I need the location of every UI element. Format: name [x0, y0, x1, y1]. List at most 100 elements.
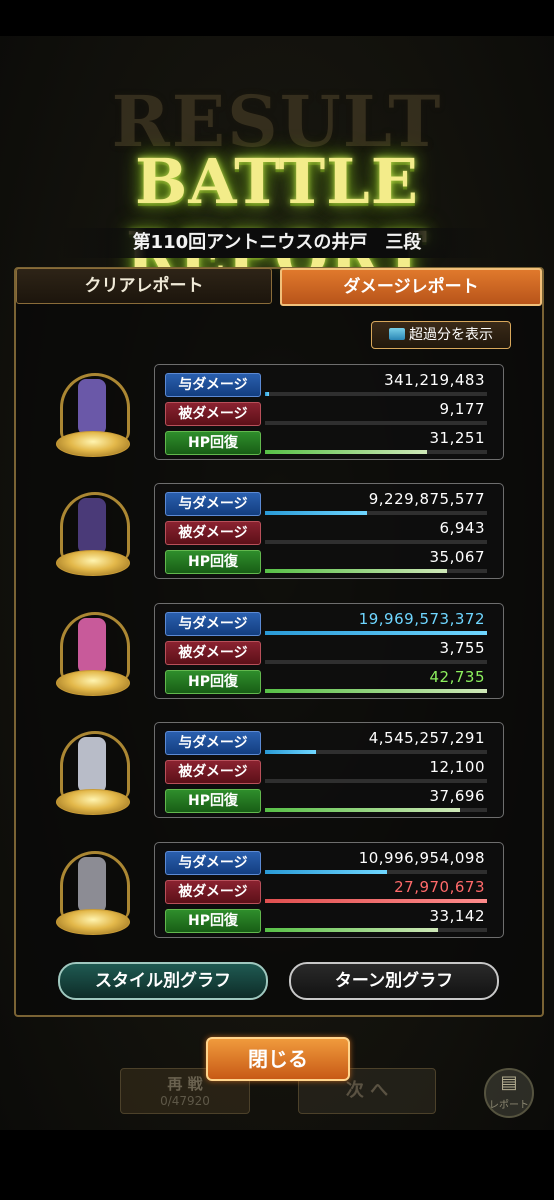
turn-graph-button[interactable]: ターン別グラフ [289, 962, 499, 1000]
character-sprite [78, 498, 106, 554]
stat-value-dealt: 19,969,573,372 [358, 610, 485, 628]
stat-bar-fill [265, 928, 439, 932]
stat-value-hp: 37,696 [429, 787, 485, 805]
stat-label-hp: HP回復 [165, 670, 261, 694]
stat-value-dealt: 10,996,954,098 [358, 849, 485, 867]
report-glyph-icon: ▤ [500, 1072, 518, 1093]
stat-bar-track [265, 870, 487, 874]
stat-label-taken: 被ダメージ [165, 760, 261, 784]
status-bar [0, 0, 554, 36]
stat-label-taken: 被ダメージ [165, 880, 261, 904]
stat-value-dealt: 4,545,257,291 [368, 729, 485, 747]
character-portrait-4 [52, 723, 132, 815]
stat-label-hp: HP回復 [165, 789, 261, 813]
stat-row-dealt: 与ダメージ 341,219,483 [165, 371, 495, 397]
stat-value-taken: 3,755 [439, 639, 485, 657]
retry-stamina: 0/47920 [160, 1094, 210, 1108]
character-stats-card: 与ダメージ 341,219,483 被ダメージ 9,177 HP回復 31,251 [154, 364, 504, 460]
stat-bar-fill [265, 689, 487, 693]
stat-row-hp: HP回復 31,251 [165, 429, 495, 455]
stat-bar-fill [265, 392, 270, 396]
stat-row-taken: 被ダメージ 6,943 [165, 519, 495, 545]
portrait-pedestal [56, 670, 130, 696]
stat-value-taken: 9,177 [439, 400, 485, 418]
stat-row-hp: HP回復 33,142 [165, 907, 495, 933]
stat-bar-track [265, 779, 487, 783]
stat-bar-track [265, 569, 487, 573]
style-graph-button[interactable]: スタイル別グラフ [58, 962, 268, 1000]
stat-label-dealt: 与ダメージ [165, 731, 261, 755]
stat-row-hp: HP回復 37,696 [165, 787, 495, 813]
stat-bar-fill [265, 808, 461, 812]
stat-bar-track [265, 808, 487, 812]
stat-row-taken: 被ダメージ 12,100 [165, 758, 495, 784]
toggle-icon [389, 328, 405, 340]
stat-bar-track [265, 540, 487, 544]
tab-clear-report[interactable]: クリアレポート [16, 268, 272, 304]
character-stats-card: 与ダメージ 4,545,257,291 被ダメージ 12,100 HP回復 37,696 [154, 722, 504, 818]
stat-row-taken: 被ダメージ 9,177 [165, 400, 495, 426]
character-portrait-1 [52, 365, 132, 457]
stat-bar-track [265, 689, 487, 693]
stat-label-taken: 被ダメージ [165, 521, 261, 545]
stat-bar-track [265, 631, 487, 635]
character-portrait-2 [52, 484, 132, 576]
stat-bar-fill [265, 450, 428, 454]
stat-bar-track [265, 450, 487, 454]
stat-value-hp: 35,067 [429, 548, 485, 566]
stat-bar-track [265, 421, 487, 425]
stat-bar-track [265, 392, 487, 396]
stat-row-dealt: 与ダメージ 19,969,573,372 [165, 610, 495, 636]
stat-label-dealt: 与ダメージ [165, 373, 261, 397]
report-icon: ▤ レポート [484, 1068, 534, 1118]
stat-label-hp: HP回復 [165, 909, 261, 933]
stat-row-taken: 被ダメージ 27,970,673 [165, 878, 495, 904]
stat-bar-fill [265, 631, 487, 635]
character-sprite [78, 737, 106, 793]
stat-bar-track [265, 899, 487, 903]
stat-row-dealt: 与ダメージ 10,996,954,098 [165, 849, 495, 875]
stat-value-taken: 27,970,673 [394, 878, 485, 896]
tab-damage-report[interactable]: ダメージレポート [280, 268, 542, 306]
character-sprite [78, 618, 106, 674]
stat-bar-track [265, 928, 487, 932]
stat-bar-fill [265, 569, 448, 573]
stat-label-hp: HP回復 [165, 431, 261, 455]
portrait-pedestal [56, 431, 130, 457]
show-excess-label: 超過分を表示 [409, 327, 493, 343]
stat-value-hp: 42,735 [429, 668, 485, 686]
stat-label-taken: 被ダメージ [165, 641, 261, 665]
stat-label-dealt: 与ダメージ [165, 612, 261, 636]
stat-bar-fill [265, 511, 368, 515]
stat-row-dealt: 与ダメージ 4,545,257,291 [165, 729, 495, 755]
character-sprite [78, 379, 106, 435]
stat-bar-fill [265, 870, 388, 874]
stat-bar-track [265, 660, 487, 664]
stat-bar-fill [265, 750, 317, 754]
close-button[interactable]: 閉じる [206, 1037, 350, 1081]
character-stats-card: 与ダメージ 10,996,954,098 被ダメージ 27,970,673 HP回復 33… [154, 842, 504, 938]
stat-value-dealt: 341,219,483 [384, 371, 485, 389]
stat-value-dealt: 9,229,875,577 [368, 490, 485, 508]
show-excess-button[interactable]: 超過分を表示 [371, 321, 511, 349]
stat-bar-track [265, 750, 487, 754]
report-icon-label: レポート [489, 1100, 529, 1111]
portrait-pedestal [56, 909, 130, 935]
stat-row-hp: HP回復 42,735 [165, 668, 495, 694]
stage-name: 第110回アントニウスの井戸 三段 [60, 228, 494, 258]
character-portrait-5 [52, 843, 132, 935]
portrait-pedestal [56, 789, 130, 815]
navigation-bar [0, 1130, 554, 1200]
stat-row-hp: HP回復 35,067 [165, 548, 495, 574]
stat-value-taken: 12,100 [429, 758, 485, 776]
stat-value-hp: 33,142 [429, 907, 485, 925]
character-stats-card: 与ダメージ 9,229,875,577 被ダメージ 6,943 HP回復 35,067 [154, 483, 504, 579]
stat-label-dealt: 与ダメージ [165, 851, 261, 875]
stat-row-taken: 被ダメージ 3,755 [165, 639, 495, 665]
character-stats-card: 与ダメージ 19,969,573,372 被ダメージ 3,755 HP回復 42,735 [154, 603, 504, 699]
stat-value-hp: 31,251 [429, 429, 485, 447]
portrait-pedestal [56, 550, 130, 576]
stat-bar-track [265, 511, 487, 515]
stat-value-taken: 6,943 [439, 519, 485, 537]
stat-label-dealt: 与ダメージ [165, 492, 261, 516]
